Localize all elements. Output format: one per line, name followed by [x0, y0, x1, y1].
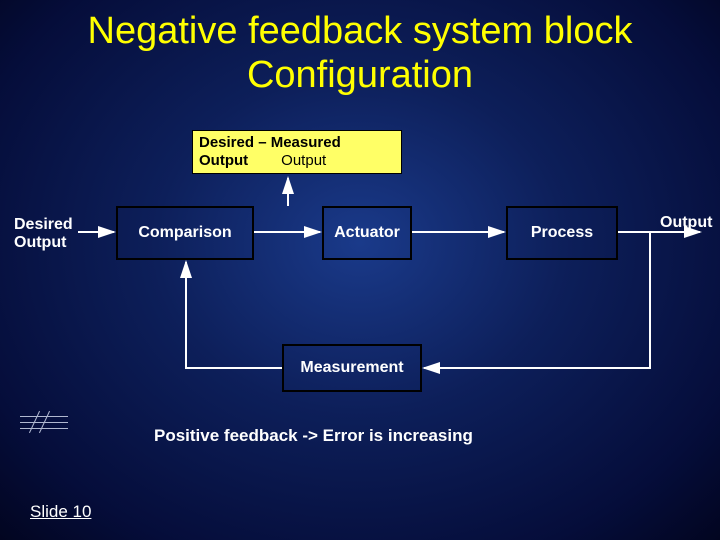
error-signal-text-right: Output: [281, 152, 326, 169]
error-signal-text-top: Desired – Measured: [199, 134, 341, 151]
comparison-block-label: Comparison: [138, 224, 231, 242]
measurement-block: Measurement: [282, 344, 422, 392]
actuator-block-label: Actuator: [334, 224, 400, 242]
process-block-label: Process: [531, 224, 593, 242]
page-title: Negative feedback system block Configura…: [0, 0, 720, 97]
comparison-block: Comparison: [116, 206, 254, 260]
actuator-block: Actuator: [322, 206, 412, 260]
error-signal-text-left2: Output: [199, 152, 277, 170]
desired-output-label: Desired Output: [14, 216, 73, 252]
process-block: Process: [506, 206, 618, 260]
error-signal-box: Desired – Measured Output Output: [192, 130, 402, 174]
slide-number: Slide 10: [30, 502, 91, 522]
measurement-block-label: Measurement: [300, 359, 403, 377]
output-label: Output: [660, 214, 712, 232]
feedback-note: Positive feedback -> Error is increasing: [154, 426, 473, 446]
scratch-glyph: [20, 412, 68, 432]
